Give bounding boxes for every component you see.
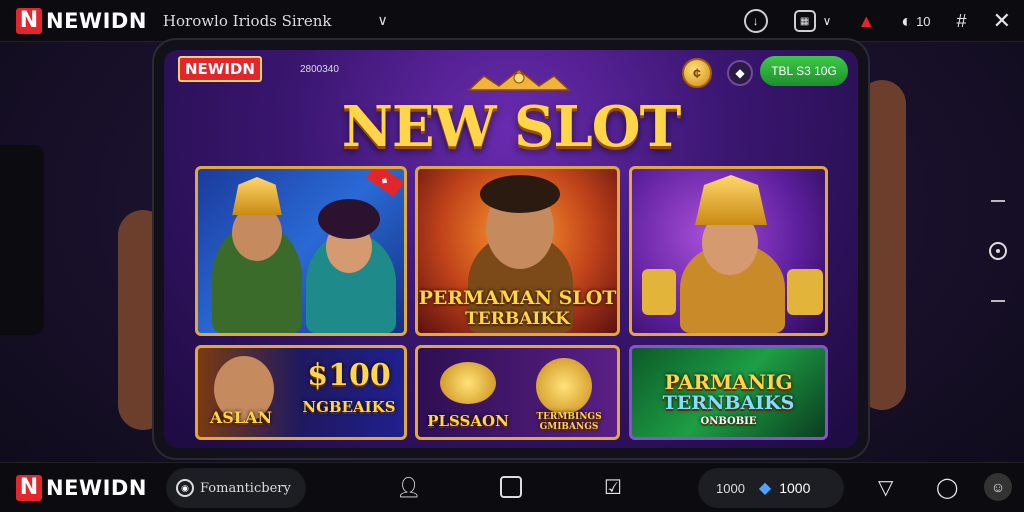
balance-left: 1000 (716, 480, 745, 496)
goddess-headdress-icon (695, 175, 767, 225)
profile-pill[interactable]: ◉ Fomanticbery (166, 468, 306, 508)
notification-count: 10 (916, 13, 931, 29)
avatar-icon[interactable]: ☺ (984, 473, 1012, 501)
screen-logo-text: NEWIDN (185, 60, 255, 78)
newidn-logo-icon: N (16, 7, 42, 34)
grid-icon[interactable]: ▦ (793, 10, 816, 32)
main-title: NEW SLOT (341, 94, 682, 160)
shield-icon[interactable]: ▽ (878, 475, 893, 500)
hash-icon[interactable]: # (957, 11, 967, 32)
card-title: PARMANIG (664, 370, 793, 394)
screen-small-text: 2800340 (300, 64, 339, 75)
princess-hair (318, 199, 380, 239)
top-bar: N NEWIDN Horowlo Iriods Sirenk ∨ ↓ ▦ ∨ ▲… (0, 0, 1024, 42)
bottom-bar: N NEWIDN ◉ Fomanticbery 👤︎ ☑ 1000 ◆ 1000… (0, 462, 1024, 512)
user-circle-icon: ◉ (176, 479, 194, 497)
dash-icon (991, 200, 1005, 202)
card-subtitle: TERBAIKK (465, 309, 570, 329)
chevron-small-icon[interactable]: ∨ (823, 14, 832, 28)
warrior-helmet-icon (232, 177, 282, 215)
square-icon[interactable] (500, 476, 522, 498)
game-ball-icon: ◐ (901, 10, 913, 31)
card-footer: ONBOBIE (700, 416, 757, 427)
bottom-brand-name: NEWIDN (46, 475, 147, 500)
wallet-icon: ◆ (758, 480, 772, 497)
top-search-text[interactable]: Horowlo Iriods Sirenk (163, 12, 332, 30)
profile-pill-text: Fomanticbery (200, 480, 291, 496)
chevron-down-icon[interactable]: ∨ (378, 12, 388, 29)
gem-icon[interactable]: ◆ (727, 60, 753, 86)
clipboard-check-icon[interactable]: ☑ (604, 475, 622, 500)
brand-name: NEWIDN (46, 8, 147, 33)
game-card-permaman-slot[interactable]: PERMAMAN SLOT TERBAIKK (415, 166, 620, 336)
gold-coins-icon (440, 362, 496, 404)
balance-button[interactable]: TBL S3 10G (760, 56, 848, 86)
notifications-icon[interactable]: ◐ 10 (901, 11, 930, 32)
user-icon[interactable]: 👤︎ (396, 475, 421, 500)
game-card-goddess[interactable] (629, 166, 828, 336)
right-side-controls (988, 200, 1008, 302)
card-amount: $100 (307, 358, 391, 393)
hot-badge: ◆ (365, 169, 404, 198)
game-card-aslan[interactable]: ASLAN $100 NGBEAIKS (195, 345, 407, 440)
card-title: PERMAMAN SLOT (418, 287, 617, 309)
alert-icon[interactable]: ▲ (857, 11, 875, 32)
balance-pill[interactable]: 1000 ◆ 1000 (698, 468, 844, 508)
brand-logo[interactable]: N NEWIDN (16, 7, 147, 34)
coin-stack-icon (642, 269, 676, 315)
left-side-tab (0, 145, 44, 335)
gold-coin-large-icon (536, 358, 592, 414)
hero-hair (480, 175, 560, 213)
newidn-logo-icon: N (16, 474, 42, 501)
card-left-label: PLSSAON (427, 412, 509, 430)
card-right-label: TERMBINGS GMIBANGS (536, 412, 602, 432)
card-subtitle: NGBEAIKS (302, 398, 396, 416)
game-card-parmanig[interactable]: PARMANIG TERNBAIKS ONBOBIE (629, 345, 828, 440)
download-icon[interactable]: ↓ (743, 9, 768, 33)
game-screen: NEWIDN 2800340 ¢ ◆ TBL S3 10G NEW SLOT ◆… (164, 50, 858, 448)
game-card-plssaon[interactable]: PLSSAON TERMBINGS GMIBANGS (415, 345, 620, 440)
card-left-label: ASLAN (209, 408, 273, 427)
screen-logo[interactable]: NEWIDN (178, 56, 262, 82)
coin-icon[interactable]: ¢ (682, 58, 712, 88)
dash-icon (991, 300, 1005, 302)
tablet-device: NEWIDN 2800340 ¢ ◆ TBL S3 10G NEW SLOT ◆… (154, 40, 868, 458)
balance-right: 1000 (779, 480, 811, 496)
crown-ornament-icon (467, 69, 571, 91)
game-card-warriors[interactable]: ◆ (195, 166, 407, 336)
cash-stack-icon (787, 269, 823, 315)
chat-bubble-icon[interactable]: ◯ (936, 475, 958, 500)
close-icon[interactable]: ✕ (993, 8, 1011, 34)
target-icon[interactable] (989, 242, 1007, 260)
bottom-brand-logo[interactable]: N NEWIDN (16, 474, 147, 501)
card-subtitle: TERNBAIKS (662, 392, 795, 414)
